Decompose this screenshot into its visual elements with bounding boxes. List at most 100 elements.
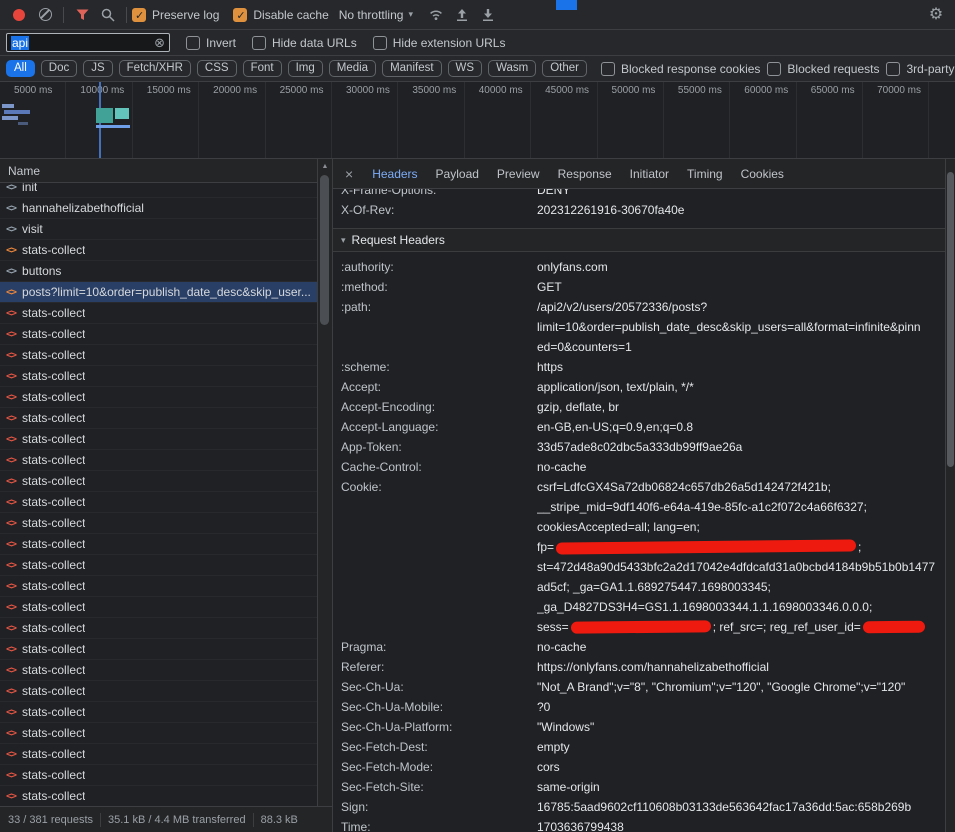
list-scrollbar[interactable]: ▲ [318, 159, 332, 806]
detail-scrollbar[interactable] [945, 159, 955, 832]
blocked-requests-checkbox[interactable]: Blocked requests [767, 62, 879, 76]
request-row[interactable]: <>stats-collect [0, 240, 317, 261]
type-filter-font[interactable]: Font [243, 60, 282, 77]
network-filter-input[interactable]: api ⊗ [6, 33, 170, 52]
list-scrollbar-thumb[interactable] [320, 175, 329, 325]
header-value-text: 1703636799438 [537, 820, 624, 832]
tab-headers[interactable]: Headers [363, 167, 426, 181]
type-filter-js[interactable]: JS [83, 60, 112, 77]
request-row[interactable]: <>buttons [0, 261, 317, 282]
import-har-button[interactable] [449, 3, 475, 27]
scrollbar-up-arrow-icon[interactable]: ▲ [322, 163, 329, 170]
request-row[interactable]: <>stats-collect [0, 366, 317, 387]
request-row[interactable]: <>hannahelizabethofficial [0, 198, 317, 219]
type-filter-img[interactable]: Img [288, 60, 323, 77]
tab-initiator[interactable]: Initiator [621, 167, 678, 181]
filter-toggle-button[interactable] [69, 3, 95, 27]
header-value-line: cors [537, 757, 945, 777]
timeline-ticks: 5000 ms10000 ms15000 ms20000 ms25000 ms3… [0, 82, 955, 158]
timeline-overview[interactable]: 5000 ms10000 ms15000 ms20000 ms25000 ms3… [0, 82, 955, 159]
request-name: stats-collect [22, 600, 85, 614]
header-value-text: __stripe_mid=9df140f6-e64a-419e-85fc-a1c… [537, 500, 867, 514]
request-row[interactable]: <>stats-collect [0, 429, 317, 450]
name-column-label: Name [8, 164, 40, 178]
throttling-select[interactable]: No throttling ▾ [339, 8, 413, 22]
search-button[interactable] [95, 3, 121, 27]
invert-checkbox[interactable]: Invert [186, 36, 236, 50]
type-filter-media[interactable]: Media [329, 60, 376, 77]
request-row[interactable]: <>stats-collect [0, 576, 317, 597]
header-value: https [529, 357, 945, 377]
request-row[interactable]: <>visit [0, 219, 317, 240]
type-filter-doc[interactable]: Doc [41, 60, 77, 77]
request-row[interactable]: <>stats-collect [0, 744, 317, 765]
network-summary-bar: 33 / 381 requests 35.1 kB / 4.4 MB trans… [0, 806, 332, 832]
hide-extension-urls-checkbox[interactable]: Hide extension URLs [373, 36, 506, 50]
request-headers-section-header[interactable]: ▾ Request Headers [333, 228, 945, 252]
header-value-text: no-cache [537, 640, 586, 654]
request-row[interactable]: <>stats-collect [0, 492, 317, 513]
header-value-line: https://onlyfans.com/hannahelizabethoffi… [537, 657, 945, 677]
request-row[interactable]: <>stats-collect [0, 597, 317, 618]
request-name: posts?limit=10&order=publish_date_desc&s… [22, 285, 311, 299]
third-party-requests-checkbox[interactable]: 3rd-party requests [886, 62, 955, 76]
header-row: X-Frame-Options:DENY [333, 189, 945, 200]
clear-button[interactable] [32, 3, 58, 27]
request-row[interactable]: <>stats-collect [0, 555, 317, 576]
request-row[interactable]: <>stats-collect [0, 471, 317, 492]
request-row[interactable]: <>posts?limit=10&order=publish_date_desc… [0, 282, 317, 303]
header-value-text: ad5cf; _ga=GA1.1.689275447.1698003345; [537, 580, 771, 594]
checkbox-checked-icon [233, 8, 247, 22]
network-conditions-button[interactable] [423, 3, 449, 27]
request-row[interactable]: <>stats-collect [0, 324, 317, 345]
clear-filter-icon[interactable]: ⊗ [154, 36, 165, 49]
export-har-button[interactable] [475, 3, 501, 27]
request-row[interactable]: <>stats-collect [0, 408, 317, 429]
script-icon: <> [6, 455, 16, 466]
type-filter-other[interactable]: Other [542, 60, 587, 77]
header-value-line: no-cache [537, 637, 945, 657]
request-row[interactable]: <>stats-collect [0, 450, 317, 471]
settings-button[interactable]: ⚙ [923, 3, 949, 27]
request-name: stats-collect [22, 327, 85, 341]
type-filter-manifest[interactable]: Manifest [382, 60, 441, 77]
resources-size: 88.3 kB [261, 814, 298, 826]
close-detail-icon[interactable]: × [333, 167, 363, 181]
request-row[interactable]: <>stats-collect [0, 513, 317, 534]
type-filter-ws[interactable]: WS [448, 60, 483, 77]
request-name: visit [22, 222, 43, 236]
tab-payload[interactable]: Payload [427, 167, 488, 181]
request-row[interactable]: <>stats-collect [0, 345, 317, 366]
record-button[interactable] [6, 3, 32, 27]
type-filter-fetch-xhr[interactable]: Fetch/XHR [119, 60, 191, 77]
request-row[interactable]: <>stats-collect [0, 303, 317, 324]
name-column-header[interactable]: Name [0, 159, 317, 183]
header-name: Sign: [333, 797, 529, 817]
type-filter-all[interactable]: All [6, 60, 35, 77]
request-row[interactable]: <>stats-collect [0, 786, 317, 806]
request-row[interactable]: <>stats-collect [0, 681, 317, 702]
hide-data-urls-checkbox[interactable]: Hide data URLs [252, 36, 357, 50]
blocked-response-cookies-checkbox[interactable]: Blocked response cookies [601, 62, 760, 76]
request-row[interactable]: <>stats-collect [0, 660, 317, 681]
type-filter-wasm[interactable]: Wasm [488, 60, 536, 77]
disable-cache-checkbox[interactable]: Disable cache [233, 8, 328, 22]
detail-scrollbar-thumb[interactable] [947, 172, 954, 467]
tab-response[interactable]: Response [549, 167, 621, 181]
request-row[interactable]: <>stats-collect [0, 639, 317, 660]
request-row[interactable]: <>init [0, 183, 317, 198]
tab-cookies[interactable]: Cookies [732, 167, 793, 181]
request-row[interactable]: <>stats-collect [0, 534, 317, 555]
preserve-log-checkbox[interactable]: Preserve log [132, 8, 219, 22]
request-row[interactable]: <>stats-collect [0, 387, 317, 408]
request-row[interactable]: <>stats-collect [0, 618, 317, 639]
header-value: cors [529, 757, 945, 777]
request-row[interactable]: <>stats-collect [0, 702, 317, 723]
activity-bar [2, 104, 14, 108]
request-row[interactable]: <>stats-collect [0, 765, 317, 786]
type-filter-css[interactable]: CSS [197, 60, 237, 77]
request-row[interactable]: <>stats-collect [0, 723, 317, 744]
tab-timing[interactable]: Timing [678, 167, 732, 181]
header-value-text: csrf=LdfcGX4Sa72db06824c657db26a5d142472… [537, 480, 831, 494]
tab-preview[interactable]: Preview [488, 167, 549, 181]
